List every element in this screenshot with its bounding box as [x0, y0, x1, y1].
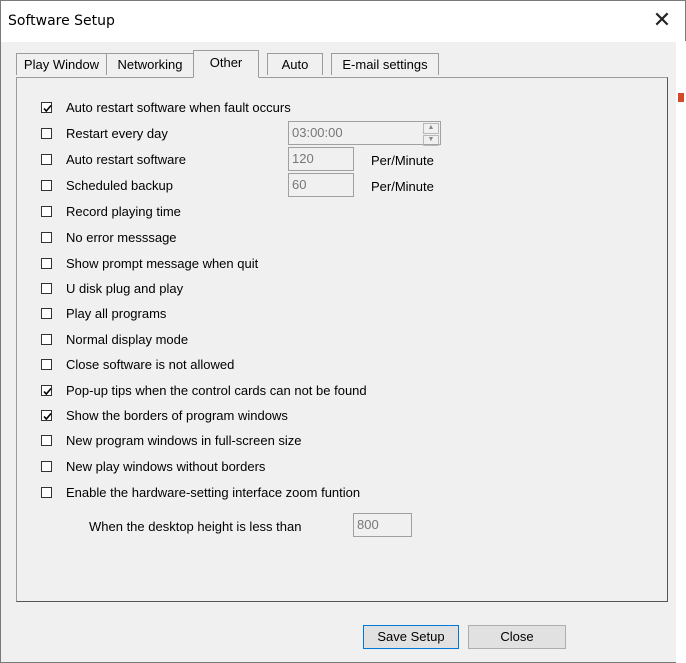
- option-checkbox[interactable]: [41, 154, 52, 165]
- spin-up-icon[interactable]: ▲: [423, 123, 439, 134]
- background-marker: [678, 93, 684, 102]
- window-title: Software Setup: [8, 13, 115, 29]
- option-checkbox[interactable]: [41, 487, 52, 498]
- save-setup-button[interactable]: Save Setup: [363, 625, 459, 649]
- option-checkbox[interactable]: [41, 128, 52, 139]
- auto-restart-interval-field[interactable]: 120: [288, 147, 354, 171]
- option-label: Auto restart software when fault occurs: [66, 100, 291, 115]
- option-label: Pop-up tips when the control cards can n…: [66, 383, 367, 398]
- option-checkbox[interactable]: [41, 359, 52, 370]
- check-icon: [43, 387, 52, 396]
- tab-email-settings[interactable]: E-mail settings: [331, 53, 439, 75]
- option-label: No error messsage: [66, 230, 177, 245]
- option-checkbox[interactable]: [41, 410, 52, 421]
- option-checkbox[interactable]: [41, 461, 52, 472]
- option-checkbox[interactable]: [41, 232, 52, 243]
- tab-other[interactable]: Other: [193, 50, 259, 78]
- option-label: Close software is not allowed: [66, 357, 235, 372]
- software-setup-dialog: Software Setup ✕ Play Window Networking …: [0, 0, 686, 663]
- option-label: U disk plug and play: [66, 281, 184, 296]
- option-checkbox[interactable]: [41, 308, 52, 319]
- desktop-height-label: When the desktop height is less than: [89, 519, 302, 534]
- option-label: Record playing time: [66, 204, 181, 219]
- option-label: Show the borders of program windows: [66, 408, 288, 423]
- option-label: Normal display mode: [66, 332, 189, 347]
- desktop-height-field[interactable]: 800: [353, 513, 412, 537]
- option-label: Scheduled backup: [66, 178, 173, 193]
- title-bar: Software Setup ✕: [1, 1, 685, 42]
- tab-networking[interactable]: Networking: [106, 53, 194, 75]
- option-checkbox[interactable]: [41, 206, 52, 217]
- check-icon: [43, 412, 52, 421]
- option-checkbox[interactable]: [41, 283, 52, 294]
- option-label: New play windows without borders: [66, 459, 266, 474]
- option-checkbox[interactable]: [41, 258, 52, 269]
- option-checkbox[interactable]: [41, 102, 52, 113]
- close-icon[interactable]: ✕: [649, 8, 675, 34]
- tab-auto[interactable]: Auto: [267, 53, 323, 75]
- option-label: Play all programs: [66, 306, 167, 321]
- option-label: Show prompt message when quit: [66, 256, 259, 271]
- option-label: Restart every day: [66, 126, 168, 141]
- tab-play-window[interactable]: Play Window: [16, 53, 107, 75]
- backup-unit: Per/Minute: [371, 179, 434, 194]
- auto-restart-unit: Per/Minute: [371, 153, 434, 168]
- option-checkbox[interactable]: [41, 180, 52, 191]
- backup-interval-field[interactable]: 60: [288, 173, 354, 197]
- restart-time-field[interactable]: 03:00:00 ▲ ▼: [288, 121, 441, 146]
- background-window-edge: [676, 41, 686, 663]
- option-label: Enable the hardware-setting interface zo…: [66, 485, 361, 500]
- time-spinner[interactable]: ▲ ▼: [423, 123, 439, 146]
- close-button[interactable]: Close: [468, 625, 566, 649]
- spin-down-icon[interactable]: ▼: [423, 135, 439, 146]
- option-label: New program windows in full-screen size: [66, 433, 302, 448]
- option-checkbox[interactable]: [41, 334, 52, 345]
- option-checkbox[interactable]: [41, 385, 52, 396]
- check-icon: [43, 104, 52, 113]
- restart-time-value: 03:00:00: [292, 125, 343, 140]
- option-checkbox[interactable]: [41, 435, 52, 446]
- option-label: Auto restart software: [66, 152, 186, 167]
